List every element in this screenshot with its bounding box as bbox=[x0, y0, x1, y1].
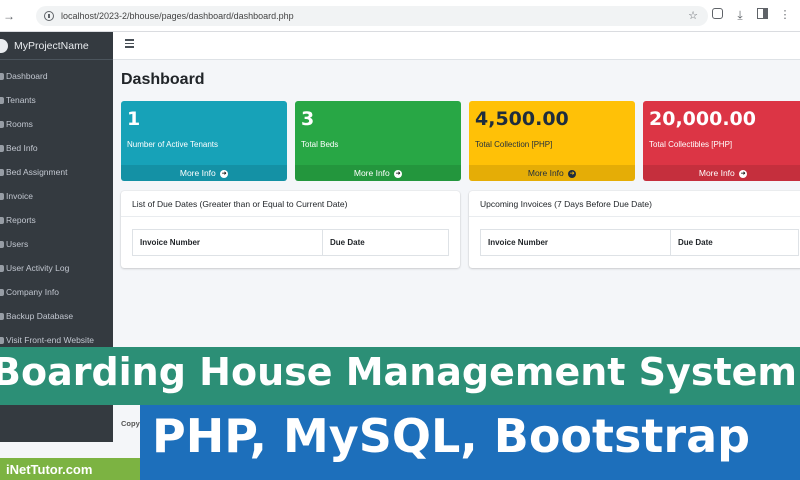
brand-logo-icon bbox=[0, 38, 8, 53]
sidebar-item-backup-database[interactable]: Backup Database bbox=[0, 304, 113, 328]
arrow-circle-right-icon: ➜ bbox=[739, 169, 748, 178]
stat-label: Total Collectibles [PHP] bbox=[649, 140, 733, 149]
more-info-link[interactable]: More Info ➜ bbox=[121, 165, 287, 181]
sidebar-item-dashboard[interactable]: Dashboard bbox=[0, 64, 113, 88]
address-bar[interactable]: localhost/2023-2/bhouse/pages/dashboard/… bbox=[36, 6, 708, 26]
stat-value: 3 bbox=[301, 108, 315, 130]
sidebar-item-bed-assignment[interactable]: Bed Assignment bbox=[0, 160, 113, 184]
stat-box-total-beds: 3 Total Beds More Info ➜ bbox=[295, 101, 461, 181]
page-title: Dashboard bbox=[121, 71, 205, 88]
due-dates-table-header: Invoice Number Due Date bbox=[132, 229, 449, 256]
brand-link[interactable]: MyProjectName bbox=[0, 32, 113, 60]
extensions-icon[interactable] bbox=[712, 8, 723, 19]
headline-banner: Boarding House Management System bbox=[0, 347, 800, 405]
sidebar-item-company-info[interactable]: Company Info bbox=[0, 280, 113, 304]
arrow-circle-right-icon: ➜ bbox=[220, 169, 229, 178]
stat-label: Total Collection [PHP] bbox=[475, 140, 553, 149]
brand-watermark: iNetTutor.com bbox=[0, 458, 140, 480]
hamburger-menu-icon[interactable] bbox=[125, 39, 134, 48]
rooms-icon bbox=[0, 120, 4, 128]
reports-icon bbox=[0, 216, 4, 224]
forward-arrow-icon[interactable]: → bbox=[3, 9, 17, 23]
stat-value: 4,500.00 bbox=[475, 108, 569, 130]
stat-label: Total Beds bbox=[301, 140, 339, 149]
subheadline-text: PHP, MySQL, Bootstrap bbox=[152, 409, 751, 463]
upcoming-invoices-card: Upcoming Invoices (7 Days Before Due Dat… bbox=[469, 191, 800, 268]
url-text: localhost/2023-2/bhouse/pages/dashboard/… bbox=[61, 11, 294, 21]
brand-name: MyProjectName bbox=[14, 39, 89, 52]
column-header-invoice-number[interactable]: Invoice Number bbox=[133, 230, 323, 255]
browser-toolbar: → localhost/2023-2/bhouse/pages/dashboar… bbox=[0, 0, 800, 32]
sidebar-item-users[interactable]: Users bbox=[0, 232, 113, 256]
sidebar-item-rooms[interactable]: Rooms bbox=[0, 112, 113, 136]
stat-value: 20,000.00 bbox=[649, 108, 756, 130]
stat-box-total-collection: 4,500.00 Total Collection [PHP] More Inf… bbox=[469, 101, 635, 181]
menu-kebab-icon[interactable]: ⋮ bbox=[778, 8, 792, 22]
column-header-due-date[interactable]: Due Date bbox=[671, 230, 713, 255]
sidebar-item-invoice[interactable]: Invoice bbox=[0, 184, 113, 208]
side-panel-icon[interactable] bbox=[757, 8, 768, 19]
more-info-link[interactable]: More Info ➜ bbox=[295, 165, 461, 181]
database-icon bbox=[0, 312, 4, 320]
due-dates-card: List of Due Dates (Greater than or Equal… bbox=[121, 191, 460, 268]
globe-icon bbox=[0, 336, 4, 344]
stat-value: 1 bbox=[127, 108, 141, 130]
arrow-circle-right-icon: ➜ bbox=[394, 169, 403, 178]
card-title: List of Due Dates (Greater than or Equal… bbox=[121, 191, 460, 217]
users-icon bbox=[0, 240, 4, 248]
bookmark-star-icon[interactable]: ☆ bbox=[688, 9, 698, 22]
sidebar-item-reports[interactable]: Reports bbox=[0, 208, 113, 232]
download-icon[interactable]: ⤓ bbox=[733, 8, 747, 22]
column-header-due-date[interactable]: Due Date bbox=[323, 230, 365, 255]
subheadline-banner: PHP, MySQL, Bootstrap bbox=[140, 405, 800, 480]
stat-box-total-collectibles: 20,000.00 Total Collectibles [PHP] More … bbox=[643, 101, 800, 181]
tenants-icon bbox=[0, 96, 4, 104]
sidebar-item-tenants[interactable]: Tenants bbox=[0, 88, 113, 112]
headline-text: Boarding House Management System bbox=[0, 350, 797, 394]
arrow-circle-right-icon: ➜ bbox=[568, 169, 577, 178]
column-header-invoice-number[interactable]: Invoice Number bbox=[481, 230, 671, 255]
more-info-link[interactable]: More Info ➜ bbox=[469, 165, 635, 181]
card-title: Upcoming Invoices (7 Days Before Due Dat… bbox=[469, 191, 800, 217]
more-info-link[interactable]: More Info ➜ bbox=[643, 165, 800, 181]
upcoming-invoices-table-header: Invoice Number Due Date bbox=[480, 229, 799, 256]
bed-icon bbox=[0, 144, 4, 152]
site-info-icon[interactable] bbox=[44, 11, 54, 21]
bed-assignment-icon bbox=[0, 168, 4, 176]
company-icon bbox=[0, 288, 4, 296]
sidebar-menu: Dashboard Tenants Rooms Bed Info Bed Ass… bbox=[0, 60, 113, 352]
stat-label: Number of Active Tenants bbox=[127, 140, 219, 149]
top-navbar bbox=[113, 32, 800, 60]
stat-box-active-tenants: 1 Number of Active Tenants More Info ➜ bbox=[121, 101, 287, 181]
sidebar-item-user-activity-log[interactable]: User Activity Log bbox=[0, 256, 113, 280]
sidebar-item-bed-info[interactable]: Bed Info bbox=[0, 136, 113, 160]
activity-log-icon bbox=[0, 264, 4, 272]
invoice-icon bbox=[0, 192, 4, 200]
dashboard-icon bbox=[0, 72, 4, 80]
footer-copyright: Copy bbox=[121, 419, 140, 428]
brand-watermark-text: iNetTutor.com bbox=[6, 462, 93, 477]
